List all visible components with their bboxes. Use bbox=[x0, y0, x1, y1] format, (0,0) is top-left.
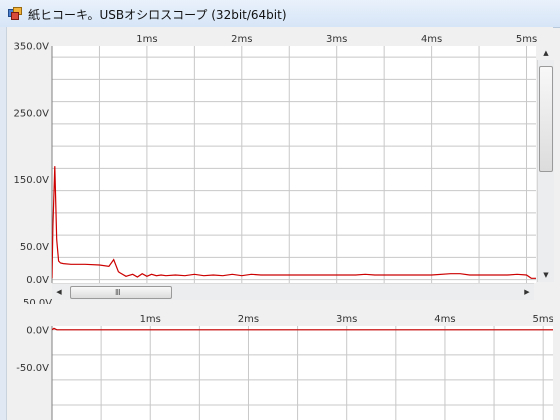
x-tick-label: 5ms bbox=[516, 34, 537, 45]
scroll-up-arrow-icon[interactable]: ▲ bbox=[539, 46, 553, 60]
horizontal-scrollbar[interactable]: ◀ Ⅲ ▶ bbox=[52, 283, 534, 300]
scroll-down-arrow-icon[interactable]: ▼ bbox=[539, 268, 553, 282]
x-tick-label: 1ms bbox=[140, 314, 161, 325]
x-tick-label: 3ms bbox=[336, 314, 357, 325]
upper-waveform-chart[interactable]: 1ms 2ms 3ms 4ms 5ms 350.0V 250.0V 150.0V 50.0V 0.… bbox=[7, 27, 553, 283]
x-tick-label: 2ms bbox=[238, 314, 259, 325]
scroll-grip-icon: Ⅲ bbox=[115, 288, 120, 297]
x-tick-label: 2ms bbox=[231, 34, 252, 45]
y-tick-label: 50.0V bbox=[20, 242, 49, 253]
scroll-left-arrow-icon[interactable]: ◀ bbox=[52, 285, 66, 299]
lower-waveform-chart[interactable]: 1ms 2ms 3ms 4ms 5ms 0.0V -50.0V bbox=[7, 306, 553, 420]
window-left-border bbox=[0, 27, 7, 420]
x-tick-label: 4ms bbox=[434, 314, 455, 325]
window-title: 紙ヒコーキ。USBオシロスコープ (32bit/64bit) bbox=[28, 8, 287, 22]
y-tick-label: 0.0V bbox=[26, 325, 49, 336]
app-window-icon bbox=[8, 7, 22, 20]
vertical-scroll-thumb[interactable] bbox=[539, 66, 553, 172]
horizontal-scroll-thumb[interactable]: Ⅲ bbox=[70, 286, 172, 299]
vertical-scrollbar[interactable]: ▲ ▼ bbox=[537, 49, 554, 282]
plot-area bbox=[52, 326, 553, 420]
y-tick-label: 250.0V bbox=[14, 108, 50, 119]
x-tick-label: 4ms bbox=[421, 34, 442, 45]
y-tick-label: -50.0V bbox=[16, 363, 49, 374]
y-tick-label: 150.0V bbox=[14, 175, 50, 186]
scroll-right-arrow-icon[interactable]: ▶ bbox=[520, 285, 534, 299]
y-tick-label: 350.0V bbox=[14, 42, 50, 53]
x-tick-label: 1ms bbox=[136, 34, 157, 45]
title-bar[interactable]: 紙ヒコーキ。USBオシロスコープ (32bit/64bit) bbox=[0, 0, 560, 28]
x-tick-label: 3ms bbox=[326, 34, 347, 45]
plot-area bbox=[52, 46, 536, 283]
y-tick-label: 0.0V bbox=[26, 275, 49, 283]
x-tick-label: 5ms bbox=[533, 314, 553, 325]
